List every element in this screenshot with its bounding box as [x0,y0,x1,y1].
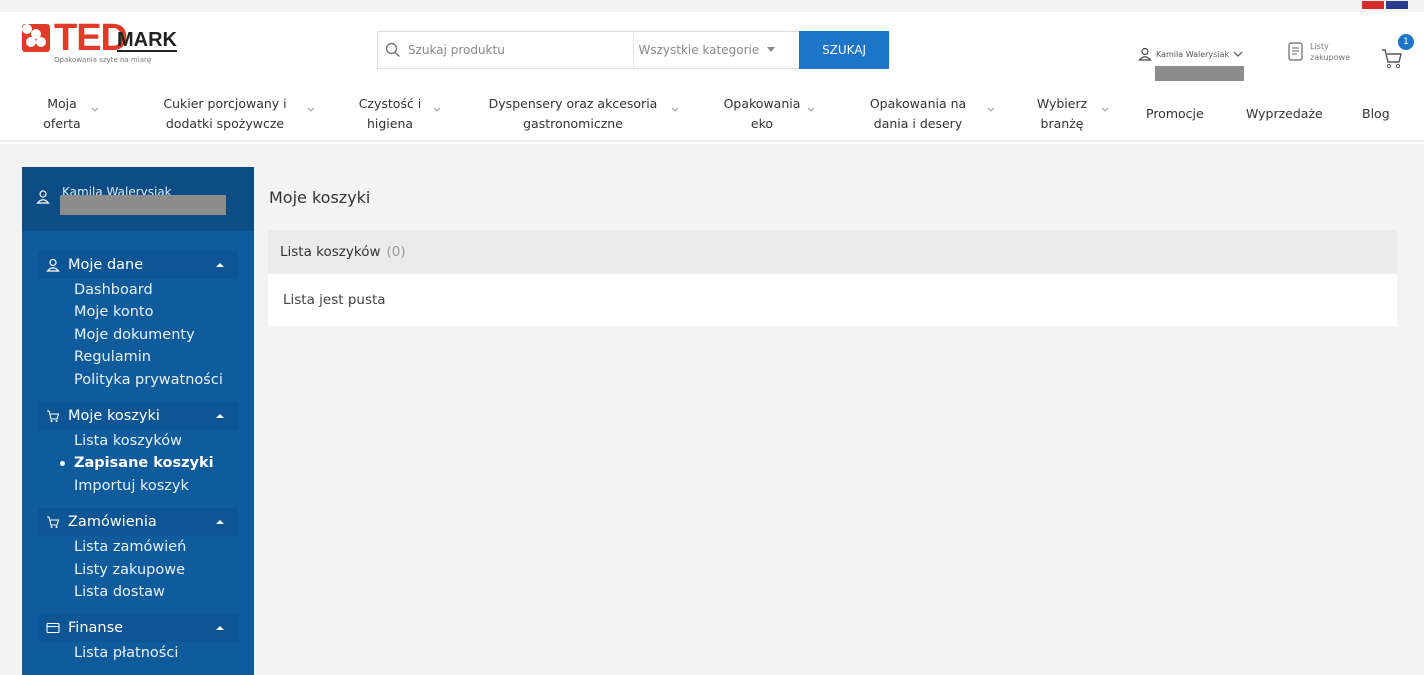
chevron-down-icon [671,107,679,112]
nav-item-moja-oferta[interactable]: Moja oferta [38,94,86,134]
logo-tagline: Opakowania szyte na miarę [54,56,152,64]
caret-up-icon [216,626,224,631]
shopping-lists-link[interactable]: Listy zakupowe [1288,41,1354,63]
search-input[interactable] [407,32,634,68]
cart-count-badge: 1 [1398,34,1414,50]
redacted-block [1155,66,1244,81]
user-icon [46,258,60,272]
sidebar-link-lista-dostaw[interactable]: Lista dostaw [74,581,254,603]
account-sidebar: Kamila Walerysiak Moje dane Dashboard Mo… [22,167,254,675]
chevron-down-icon [1233,51,1243,57]
sidebar-head-zamowienia[interactable]: Zamówienia [38,508,238,537]
sidebar-link-regulamin[interactable]: Regulamin [74,346,254,368]
sidebar-head-label: Moje koszyki [68,408,160,425]
flag-pl-icon[interactable] [1362,1,1384,9]
sidebar-head-label: Zamówienia [68,514,157,531]
sidebar-head-moje-dane[interactable]: Moje dane [38,251,238,279]
carts-panel: Lista koszyków (0) Lista jest pusta [268,230,1397,326]
main-navigation: Moja oferta Cukier porcjowany i dodatki … [0,84,1424,142]
chevron-down-icon [807,107,815,112]
sidebar-link-importuj-koszyk[interactable]: Importuj koszyk [74,475,254,497]
top-utility-strip [0,0,1424,12]
sidebar-link-lista-koszykow[interactable]: Lista koszyków [74,430,254,452]
nav-item-opakowania-eko[interactable]: Opakowania eko [712,94,812,134]
cart-icon [47,516,60,529]
sidebar-link-polityka[interactable]: Polityka prywatności [74,369,254,391]
chevron-down-icon [433,107,441,112]
flag-en-icon[interactable] [1386,1,1408,9]
sidebar-link-dashboard[interactable]: Dashboard [74,279,254,301]
page-title: Moje koszyki [269,188,371,207]
sidebar-link-listy-zakupowe[interactable]: Listy zakupowe [74,559,254,581]
wallet-icon [46,623,60,634]
cart-icon [47,410,60,423]
cart-icon [1382,49,1402,69]
sidebar-section-finanse: Finanse Lista płatności [22,614,254,664]
caret-up-icon [216,414,224,419]
logo-mark-icon [22,24,50,52]
sidebar-head-moje-koszyki[interactable]: Moje koszyki [38,402,238,431]
nav-item-czystosc[interactable]: Czystość i higiena [352,94,428,134]
empty-state: Lista jest pusta [283,292,386,308]
nav-item-blog[interactable]: Blog [1362,104,1390,124]
sidebar-link-lista-platnosci[interactable]: Lista płatności [74,642,254,664]
nav-item-wybierz-branze[interactable]: Wybierz branżę [1026,94,1098,134]
caret-up-icon [216,520,224,525]
nav-item-dyspensery[interactable]: Dyspensery oraz akcesoria gastronomiczne [478,94,668,134]
search-bar: Wszystkie kategorie SZUKAJ [377,31,889,69]
account-user-name: Kamila Walerysiak [1156,49,1230,59]
chevron-down-icon [307,107,315,112]
category-select-value: Wszystkie kategorie [638,43,760,57]
chevron-down-icon [987,107,995,112]
sidebar-head-finanse[interactable]: Finanse [38,614,238,643]
chevron-down-icon [1101,107,1109,112]
sidebar-user: Kamila Walerysiak [22,167,254,231]
sidebar-head-label: Finanse [68,620,124,637]
sidebar-link-moje-konto[interactable]: Moje konto [74,301,254,323]
search-button[interactable]: SZUKAJ [799,31,889,69]
chevron-down-icon [91,107,99,112]
sidebar-section-zamowienia: Zamówienia Lista zamówień Listy zakupowe… [22,508,254,603]
carts-panel-header: Lista koszyków (0) [268,230,1397,274]
nav-item-wyprzedaze[interactable]: Wyprzedaże [1246,104,1323,124]
account-menu[interactable]: Kamila Walerysiak [1138,47,1243,61]
user-icon [36,190,50,204]
cart-button[interactable]: 1 [1378,34,1414,72]
shopping-lists-label: Listy zakupowe [1310,42,1350,62]
sidebar-head-label: Moje dane [68,257,144,273]
caret-down-icon [767,47,776,52]
sidebar-link-lista-zamowien[interactable]: Lista zamówień [74,536,254,558]
user-icon [1138,47,1152,61]
carts-panel-title: Lista koszyków [280,244,381,260]
category-select[interactable]: Wszystkie kategorie [633,32,799,68]
nav-item-cukier[interactable]: Cukier porcjowany i dodatki spożywcze [150,94,300,134]
sidebar-section-moje-koszyki: Moje koszyki Lista koszyków Zapisane kos… [22,402,254,497]
nav-item-promocje[interactable]: Promocje [1146,104,1204,124]
carts-panel-count: (0) [386,244,406,260]
sidebar-link-zapisane-koszyki[interactable]: Zapisane koszyki [60,452,254,474]
sidebar-section-moje-dane: Moje dane Dashboard Moje konto Moje doku… [22,251,254,391]
logo-text-mark: MARK [117,29,177,52]
brand-logo[interactable]: TED MARK Opakowania szyte na miarę [22,18,187,76]
caret-up-icon [216,263,224,267]
search-icon [378,32,408,68]
sidebar-link-moje-dokumenty[interactable]: Moje dokumenty [74,324,254,346]
redacted-block [60,195,226,215]
list-document-icon [1288,42,1303,61]
nav-item-opakowania-dania[interactable]: Opakowania na dania i desery [858,94,978,134]
